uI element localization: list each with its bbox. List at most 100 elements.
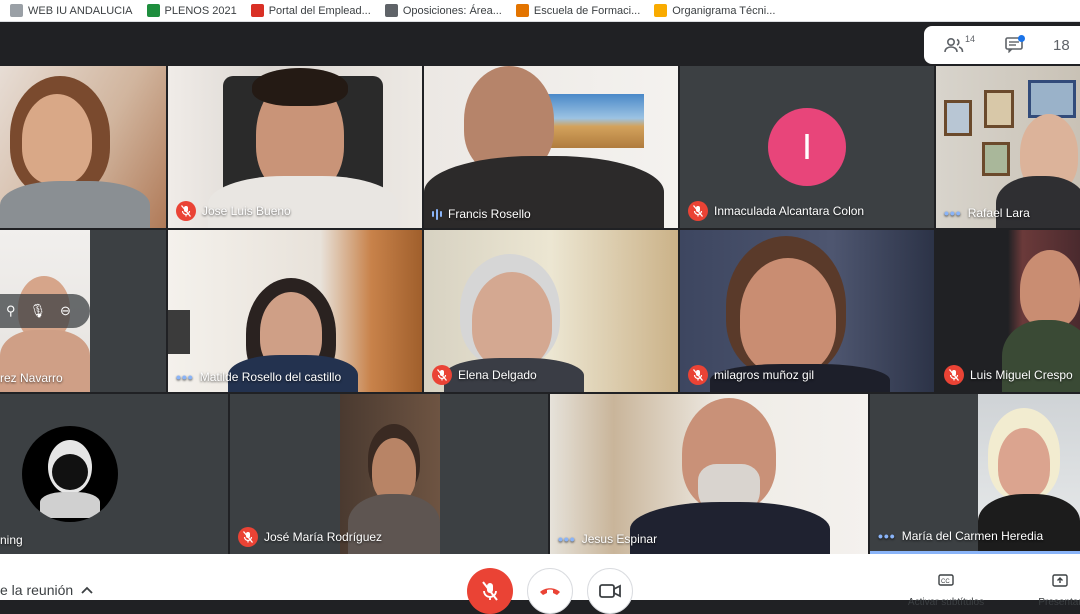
participants-button[interactable]: 14	[944, 34, 976, 53]
video-tile[interactable]: ••• María del Carmen Heredia	[870, 394, 1080, 554]
video-tile[interactable]: Elena Delgado	[424, 230, 678, 392]
participant-name: Jesus Espinar	[581, 532, 658, 546]
video-tile[interactable]: ••• Rafael Lara	[936, 66, 1080, 228]
school-icon	[515, 4, 529, 17]
speaking-indicator-icon	[432, 208, 442, 220]
video-tile[interactable]: Francis Rosello	[424, 66, 678, 228]
bookmark-oposiciones[interactable]: Oposiciones: Área...	[384, 4, 502, 17]
meeting-details-label: e la reunión	[0, 582, 74, 598]
participant-name: María del Carmen Heredia	[901, 529, 1044, 543]
pin-icon[interactable]: ⚲	[6, 303, 16, 319]
participant-label: ••• Jesus Espinar	[558, 531, 657, 547]
wall-picture	[944, 100, 972, 136]
participant-label: ••• Rafael Lara	[944, 205, 1030, 221]
participant-figure	[372, 438, 416, 502]
participant-label: Inmaculada Alcantara Colon	[688, 201, 864, 221]
unread-dot	[1018, 35, 1026, 42]
participant-name: Jose Luis Bueno	[202, 204, 291, 218]
wall-picture	[982, 142, 1010, 176]
participant-label: Jose Luis Bueno	[176, 201, 291, 221]
wall-picture	[984, 90, 1014, 128]
participant-name: Inmaculada Alcantara Colon	[714, 204, 865, 218]
captions-label: Activar subtítulos	[907, 597, 985, 608]
more-options-icon: •••	[878, 528, 896, 544]
mute-icon[interactable]: 🎙	[30, 303, 47, 319]
participant-avatar	[22, 426, 118, 522]
participant-figure	[0, 181, 150, 228]
camera-icon	[599, 584, 621, 598]
participant-avatar: I	[768, 108, 846, 186]
more-options-icon: •••	[176, 369, 194, 385]
more-options-icon: •••	[944, 205, 962, 221]
video-tile[interactable]: I Inmaculada Alcantara Colon	[680, 66, 934, 228]
phone-hangup-icon	[540, 588, 560, 595]
participant-label: ••• María del Carmen Heredia	[878, 528, 1043, 544]
bookmark-label: PLENOS 2021	[164, 4, 237, 17]
captions-button[interactable]: CC Activar subtítulos	[900, 574, 992, 608]
video-tile[interactable]: José María Rodríguez	[230, 394, 548, 554]
participant-figure	[630, 502, 830, 554]
more-options-icon: •••	[558, 531, 576, 547]
bookmark-label: Escuela de Formaci...	[533, 4, 641, 17]
org-chart-icon	[654, 4, 668, 17]
participant-name: Rafael Lara	[967, 206, 1030, 220]
participant-label: Elena Delgado	[432, 365, 537, 385]
building-icon	[384, 4, 398, 17]
video-tile[interactable]: ning	[0, 394, 228, 554]
svg-text:CC: CC	[941, 579, 950, 585]
meeting-details-button[interactable]: e la reunión	[0, 582, 93, 598]
bookmark-web-iu[interactable]: WEB IU ANDALUCIA	[10, 4, 133, 17]
avatar-figure	[52, 454, 88, 490]
bookmark-label: Organigrama Técni...	[672, 4, 776, 17]
video-tile[interactable]: milagros muñoz gil	[680, 230, 934, 392]
mic-off-icon	[238, 527, 258, 547]
present-now-button[interactable]: Presentar	[1030, 574, 1080, 608]
people-icon	[944, 37, 964, 53]
video-tile[interactable]: ••• Jesus Espinar	[550, 394, 868, 554]
video-tile[interactable]: ••• Matilde Rosello del castillo	[168, 230, 422, 392]
bookmarks-bar: WEB IU ANDALUCIA PLENOS 2021 Portal del …	[0, 0, 1080, 22]
sheets-icon	[146, 4, 160, 17]
participant-label: milagros muñoz gil	[688, 365, 814, 385]
video-tile[interactable]	[0, 66, 166, 228]
leave-call-button[interactable]	[527, 568, 573, 614]
camera-toggle-button[interactable]	[587, 568, 633, 614]
video-tile[interactable]: ⚲ 🎙 ⊖ rez Navarro	[0, 230, 166, 392]
mic-off-icon	[688, 201, 708, 221]
participant-label: ning	[0, 533, 23, 547]
people-chat-panel: 14 18	[924, 26, 1080, 64]
bookmark-label: Portal del Emplead...	[268, 4, 371, 17]
bookmark-escuela[interactable]: Escuela de Formaci...	[515, 4, 641, 17]
mic-off-icon	[432, 365, 452, 385]
bookmark-portal[interactable]: Portal del Emplead...	[250, 4, 371, 17]
video-tile[interactable]: Luis Miguel Crespo	[936, 230, 1080, 392]
present-label: Presentar	[1038, 597, 1080, 608]
participant-figure	[22, 94, 92, 184]
participants-count: 14	[965, 34, 976, 44]
tile-hover-controls: ⚲ 🎙 ⊖	[0, 294, 90, 328]
microphone-toggle-button[interactable]	[467, 568, 513, 614]
participant-name: José María Rodríguez	[264, 530, 383, 544]
bookmark-plenos[interactable]: PLENOS 2021	[146, 4, 237, 17]
video-grid: Jose Luis Bueno Francis Rosello I Inmacu…	[0, 66, 1080, 554]
meet-bottom-bar: e la reunión CC Activar subtítulos Prese…	[0, 554, 1080, 614]
participant-name: rez Navarro	[0, 371, 63, 385]
mic-off-icon	[944, 365, 964, 385]
bookmark-organigrama[interactable]: Organigrama Técni...	[654, 4, 775, 17]
participant-figure	[472, 272, 552, 368]
mic-off-icon	[482, 581, 498, 601]
participant-label: ••• Matilde Rosello del castillo	[176, 369, 341, 385]
participant-label: José María Rodríguez	[238, 527, 382, 547]
participant-figure	[252, 68, 348, 106]
bookmark-label: WEB IU ANDALUCIA	[28, 4, 133, 17]
clock-text: 18	[1053, 36, 1070, 54]
participant-name: ning	[0, 533, 23, 547]
participant-label: Luis Miguel Crespo	[944, 365, 1073, 385]
chat-button[interactable]	[1005, 35, 1026, 53]
video-tile[interactable]: Jose Luis Bueno	[168, 66, 422, 228]
participant-figure	[978, 494, 1080, 551]
present-icon	[1052, 574, 1068, 587]
participant-figure	[740, 258, 836, 374]
bookmark-label: Oposiciones: Área...	[402, 4, 502, 17]
remove-icon[interactable]: ⊖	[60, 303, 71, 319]
